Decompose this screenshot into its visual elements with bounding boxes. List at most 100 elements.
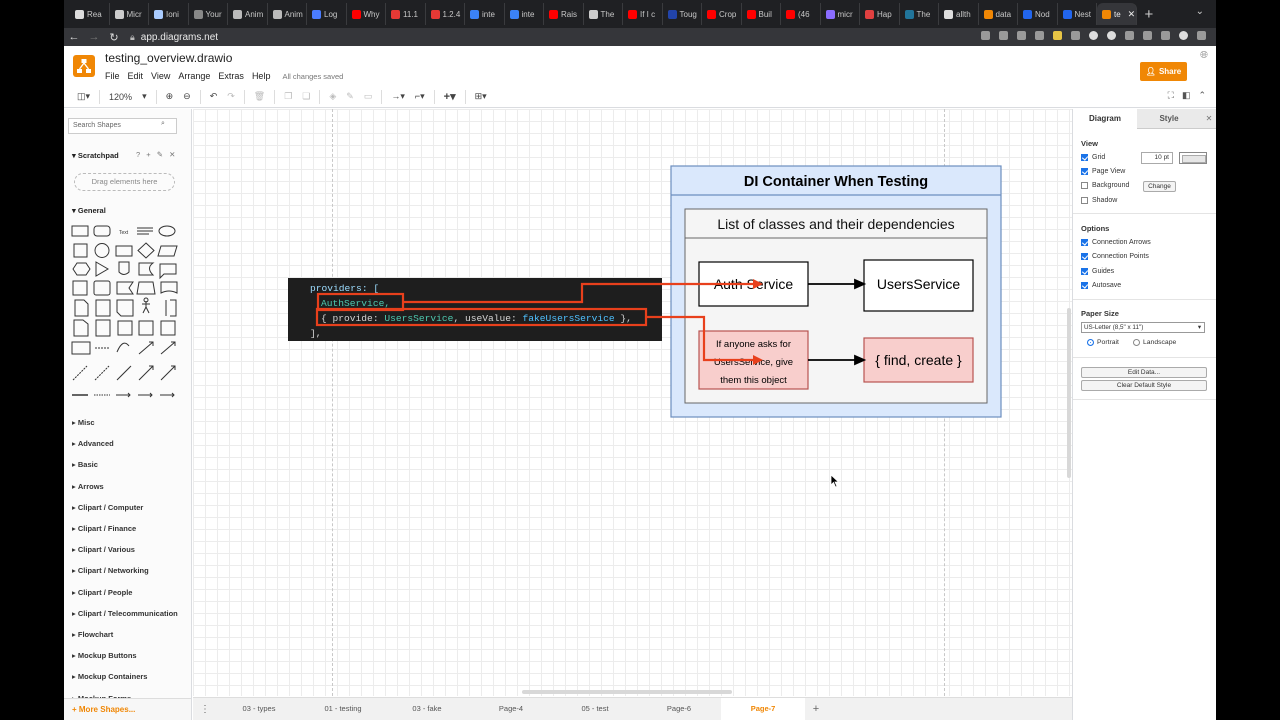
background-checkbox[interactable]: Background bbox=[1081, 182, 1129, 189]
more-shapes-button[interactable]: + More Shapes... bbox=[64, 698, 191, 720]
insert-icon[interactable]: +▾ bbox=[439, 90, 461, 103]
browser-tab[interactable]: Nest bbox=[1058, 3, 1097, 25]
table-icon[interactable]: ⊞▾ bbox=[470, 91, 492, 102]
scratchpad-dropzone[interactable]: Drag elements here bbox=[74, 173, 175, 191]
panel-toggle-icon[interactable]: ◫▾ bbox=[72, 91, 95, 102]
shape-category[interactable]: ▸ Advanced bbox=[72, 439, 114, 448]
tab-diagram[interactable]: Diagram bbox=[1073, 109, 1137, 129]
to-back-icon[interactable]: ❏ bbox=[297, 91, 315, 102]
puzzle-icon[interactable] bbox=[1143, 31, 1152, 40]
add-page-button[interactable]: + bbox=[805, 703, 827, 715]
shape-category[interactable]: ▸ Misc bbox=[72, 418, 95, 427]
browser-tab[interactable]: data bbox=[979, 3, 1018, 25]
back-icon[interactable]: ← bbox=[64, 31, 84, 43]
profile-avatar[interactable] bbox=[1179, 31, 1188, 40]
extension-icon[interactable] bbox=[1125, 31, 1134, 40]
shape-category[interactable]: ▸ Basic bbox=[72, 460, 98, 469]
browser-tab[interactable]: te ✕ bbox=[1097, 3, 1137, 25]
browser-tab[interactable]: allth bbox=[939, 3, 979, 25]
new-tab-button[interactable]: + bbox=[1145, 6, 1154, 23]
lock-icon[interactable]: 🔒︎ bbox=[130, 32, 135, 43]
waypoints-icon[interactable]: ⌐▾ bbox=[410, 91, 430, 102]
browser-tab[interactable]: The bbox=[584, 3, 623, 25]
shape-category[interactable]: ▸ Arrows bbox=[72, 482, 104, 491]
page-tab[interactable]: Page-6 bbox=[637, 698, 721, 720]
zoom-select[interactable]: 120% bbox=[104, 92, 137, 102]
kebab-menu-icon[interactable] bbox=[1197, 31, 1206, 40]
fullscreen-icon[interactable]: ⛶ bbox=[1168, 90, 1174, 101]
share-page-icon[interactable] bbox=[1017, 31, 1026, 40]
zoom-in-icon[interactable]: ⊕ bbox=[161, 91, 179, 102]
search-icon[interactable]: ⌕ bbox=[161, 120, 165, 128]
url-field[interactable]: app.diagrams.net bbox=[141, 32, 218, 43]
browser-tab[interactable]: Why bbox=[347, 3, 386, 25]
browser-tab[interactable]: inte bbox=[505, 3, 544, 25]
guides-checkbox[interactable]: Guides bbox=[1081, 268, 1114, 275]
browser-tab[interactable]: inte bbox=[465, 3, 505, 25]
shape-category[interactable]: ▸ Clipart / Various bbox=[72, 545, 135, 554]
collapse-icon[interactable]: ⌃ bbox=[1198, 90, 1206, 101]
connection-arrows-checkbox[interactable]: Connection Arrows bbox=[1081, 239, 1151, 246]
browser-tab[interactable]: 1.2.4 bbox=[426, 3, 465, 25]
browser-tab[interactable]: Nod bbox=[1018, 3, 1058, 25]
browser-tab[interactable]: If I c bbox=[623, 3, 663, 25]
general-shapes-palette[interactable]: Text bbox=[71, 224, 183, 404]
edit-data-button[interactable]: Edit Data... bbox=[1081, 367, 1207, 378]
landscape-radio[interactable]: Landscape bbox=[1133, 339, 1176, 346]
zoom-out-icon[interactable]: ⊖ bbox=[178, 91, 196, 102]
shape-category[interactable]: ▸ Clipart / People bbox=[72, 588, 132, 597]
shadow-icon[interactable]: ▭ bbox=[359, 91, 378, 102]
zoom-dropdown-icon[interactable]: ▾ bbox=[137, 91, 152, 102]
share-button[interactable]: 👤︎ Share bbox=[1140, 62, 1187, 81]
page-tab[interactable]: 03 - types bbox=[217, 698, 301, 720]
extension-icon[interactable] bbox=[1053, 31, 1062, 40]
grid-size-input[interactable]: 10 pt bbox=[1141, 152, 1173, 164]
shadow-checkbox[interactable]: Shadow bbox=[1081, 197, 1117, 204]
shape-category[interactable]: ▸ Clipart / Telecommunication bbox=[72, 609, 178, 618]
line-color-icon[interactable]: ✎ bbox=[341, 91, 359, 102]
page-tab[interactable]: 03 - fake bbox=[385, 698, 469, 720]
general-title[interactable]: ▾ General bbox=[72, 206, 106, 215]
browser-tab[interactable]: Hap bbox=[860, 3, 900, 25]
paper-size-select[interactable]: US-Letter (8,5" x 11") ▾ bbox=[1081, 322, 1205, 333]
menu-item-file[interactable]: File bbox=[105, 71, 120, 81]
bookmark-star-icon[interactable] bbox=[1035, 31, 1044, 40]
menu-item-edit[interactable]: Edit bbox=[128, 71, 144, 81]
forward-icon[interactable]: → bbox=[84, 31, 104, 43]
shape-category[interactable]: ▸ Mockup Containers bbox=[72, 672, 147, 681]
shape-category[interactable]: ▸ Mockup Buttons bbox=[72, 651, 137, 660]
undo-icon[interactable]: ↶ bbox=[205, 91, 223, 102]
menu-item-arrange[interactable]: Arrange bbox=[178, 71, 210, 81]
scratchpad-title[interactable]: ▾ Scratchpad bbox=[72, 151, 119, 160]
sidebar-icon[interactable] bbox=[1161, 31, 1170, 40]
document-title[interactable]: testing_overview.drawio bbox=[105, 51, 232, 65]
browser-tab[interactable]: Buil bbox=[742, 3, 781, 25]
fill-color-icon[interactable]: ◈ bbox=[324, 91, 341, 102]
browser-tab[interactable]: Anim bbox=[268, 3, 307, 25]
browser-tab[interactable]: Anim bbox=[228, 3, 268, 25]
portrait-radio[interactable]: Portrait bbox=[1087, 339, 1119, 346]
delete-icon[interactable]: 🗑︎ bbox=[249, 91, 270, 102]
reload-icon[interactable]: ↻ bbox=[104, 31, 124, 44]
extension-icon[interactable] bbox=[1071, 31, 1080, 40]
grid-checkbox[interactable]: Grid bbox=[1081, 154, 1105, 161]
browser-tab[interactable]: Rea bbox=[70, 3, 110, 25]
search-page-icon[interactable] bbox=[999, 31, 1008, 40]
browser-tab[interactable]: The bbox=[900, 3, 939, 25]
to-front-icon[interactable]: ❐ bbox=[279, 91, 297, 102]
menu-item-view[interactable]: View bbox=[151, 71, 170, 81]
tab-search-icon[interactable]: ⌄ bbox=[1196, 6, 1204, 17]
browser-tab[interactable]: Toug bbox=[663, 3, 702, 25]
page-tab[interactable]: 05 - test bbox=[553, 698, 637, 720]
browser-tab[interactable]: Ioni bbox=[149, 3, 189, 25]
menu-item-help[interactable]: Help bbox=[252, 71, 271, 81]
close-tab-icon[interactable]: ✕ bbox=[1128, 9, 1136, 20]
browser-tab[interactable]: 11.1 bbox=[386, 3, 426, 25]
grid-color-swatch[interactable] bbox=[1179, 152, 1207, 164]
browser-tab[interactable]: Micr bbox=[110, 3, 149, 25]
install-icon[interactable] bbox=[981, 31, 990, 40]
change-background-button[interactable]: Change bbox=[1143, 181, 1176, 192]
page-view-checkbox[interactable]: Page View bbox=[1081, 168, 1125, 175]
connection-icon[interactable]: →▾ bbox=[386, 91, 410, 102]
page-tab[interactable]: Page-7 bbox=[721, 698, 805, 720]
